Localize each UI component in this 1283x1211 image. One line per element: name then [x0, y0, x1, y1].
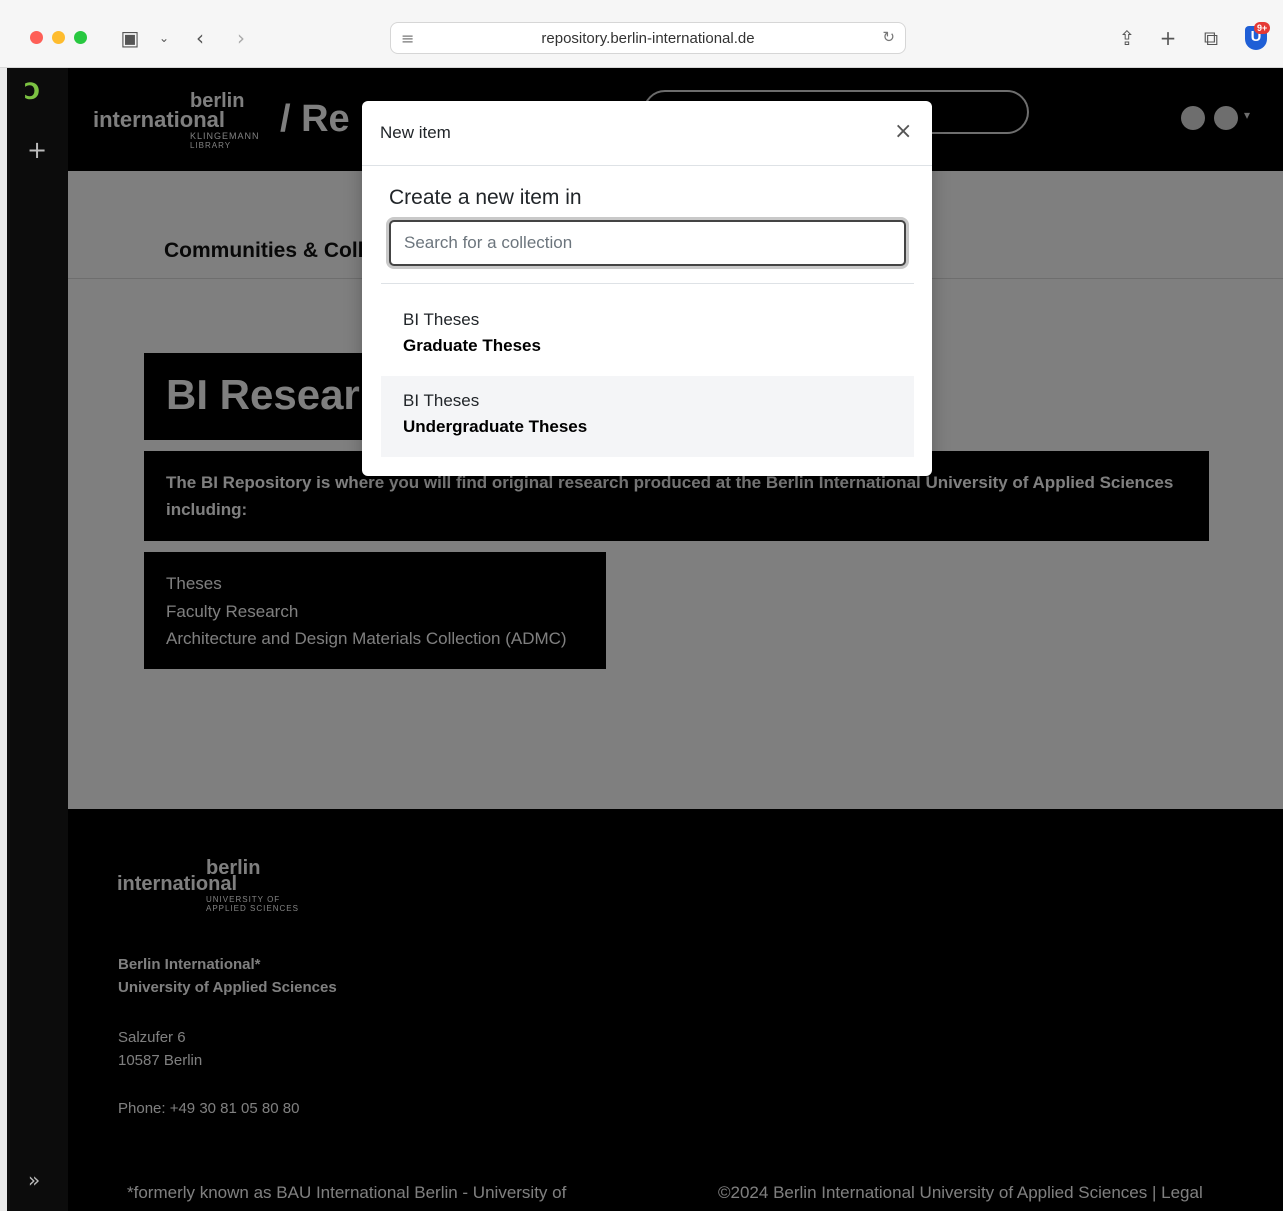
- dialog-heading: Create a new item in: [389, 186, 582, 209]
- close-window-button[interactable]: [30, 31, 43, 44]
- reload-icon[interactable]: ↻: [882, 28, 895, 46]
- new-item-dialog: New item × Create a new item in BI These…: [362, 101, 932, 476]
- result-parent-label: BI Theses: [403, 391, 480, 410]
- new-tab-icon[interactable]: +: [1154, 24, 1182, 52]
- close-icon[interactable]: ×: [894, 119, 912, 144]
- dialog-header: New item ×: [362, 101, 932, 166]
- sidebar-toggle-icon[interactable]: ▣: [116, 24, 144, 52]
- url-text: repository.berlin-international.de: [541, 29, 755, 47]
- collection-result-undergraduate-theses[interactable]: BI Theses Undergraduate Theses: [381, 376, 914, 457]
- address-bar[interactable]: ≡ repository.berlin-international.de ↻: [390, 22, 906, 54]
- collection-search-input[interactable]: [389, 220, 906, 266]
- forward-arrow-icon[interactable]: ›: [227, 24, 255, 52]
- back-arrow-icon[interactable]: ‹: [186, 24, 214, 52]
- add-icon[interactable]: +: [27, 136, 47, 164]
- admin-sidebar: Ɔ + »: [7, 68, 68, 1211]
- collection-result-graduate-theses[interactable]: BI Theses Graduate Theses: [381, 295, 914, 376]
- page-menu-icon[interactable]: ≡: [401, 29, 414, 48]
- zoom-window-button[interactable]: [74, 31, 87, 44]
- extension-button[interactable]: U 9+: [1244, 22, 1271, 50]
- extension-count-badge: 9+: [1254, 22, 1271, 34]
- result-collection-name: Undergraduate Theses: [403, 417, 588, 436]
- expand-sidebar-icon[interactable]: »: [28, 1168, 40, 1192]
- chevron-down-icon[interactable]: ⌄: [150, 24, 178, 52]
- share-icon[interactable]: ⇪: [1113, 24, 1141, 52]
- tab-overview-icon[interactable]: ⧉: [1197, 24, 1225, 52]
- dspace-logo-icon[interactable]: Ɔ: [24, 80, 50, 106]
- result-parent-label: BI Theses: [403, 310, 480, 329]
- dialog-title: New item: [380, 123, 451, 142]
- browser-toolbar: ▣ ⌄ ‹ › ≡ repository.berlin-internationa…: [0, 0, 1283, 68]
- minimize-window-button[interactable]: [52, 31, 65, 44]
- result-collection-name: Graduate Theses: [403, 336, 541, 355]
- divider: [381, 283, 914, 284]
